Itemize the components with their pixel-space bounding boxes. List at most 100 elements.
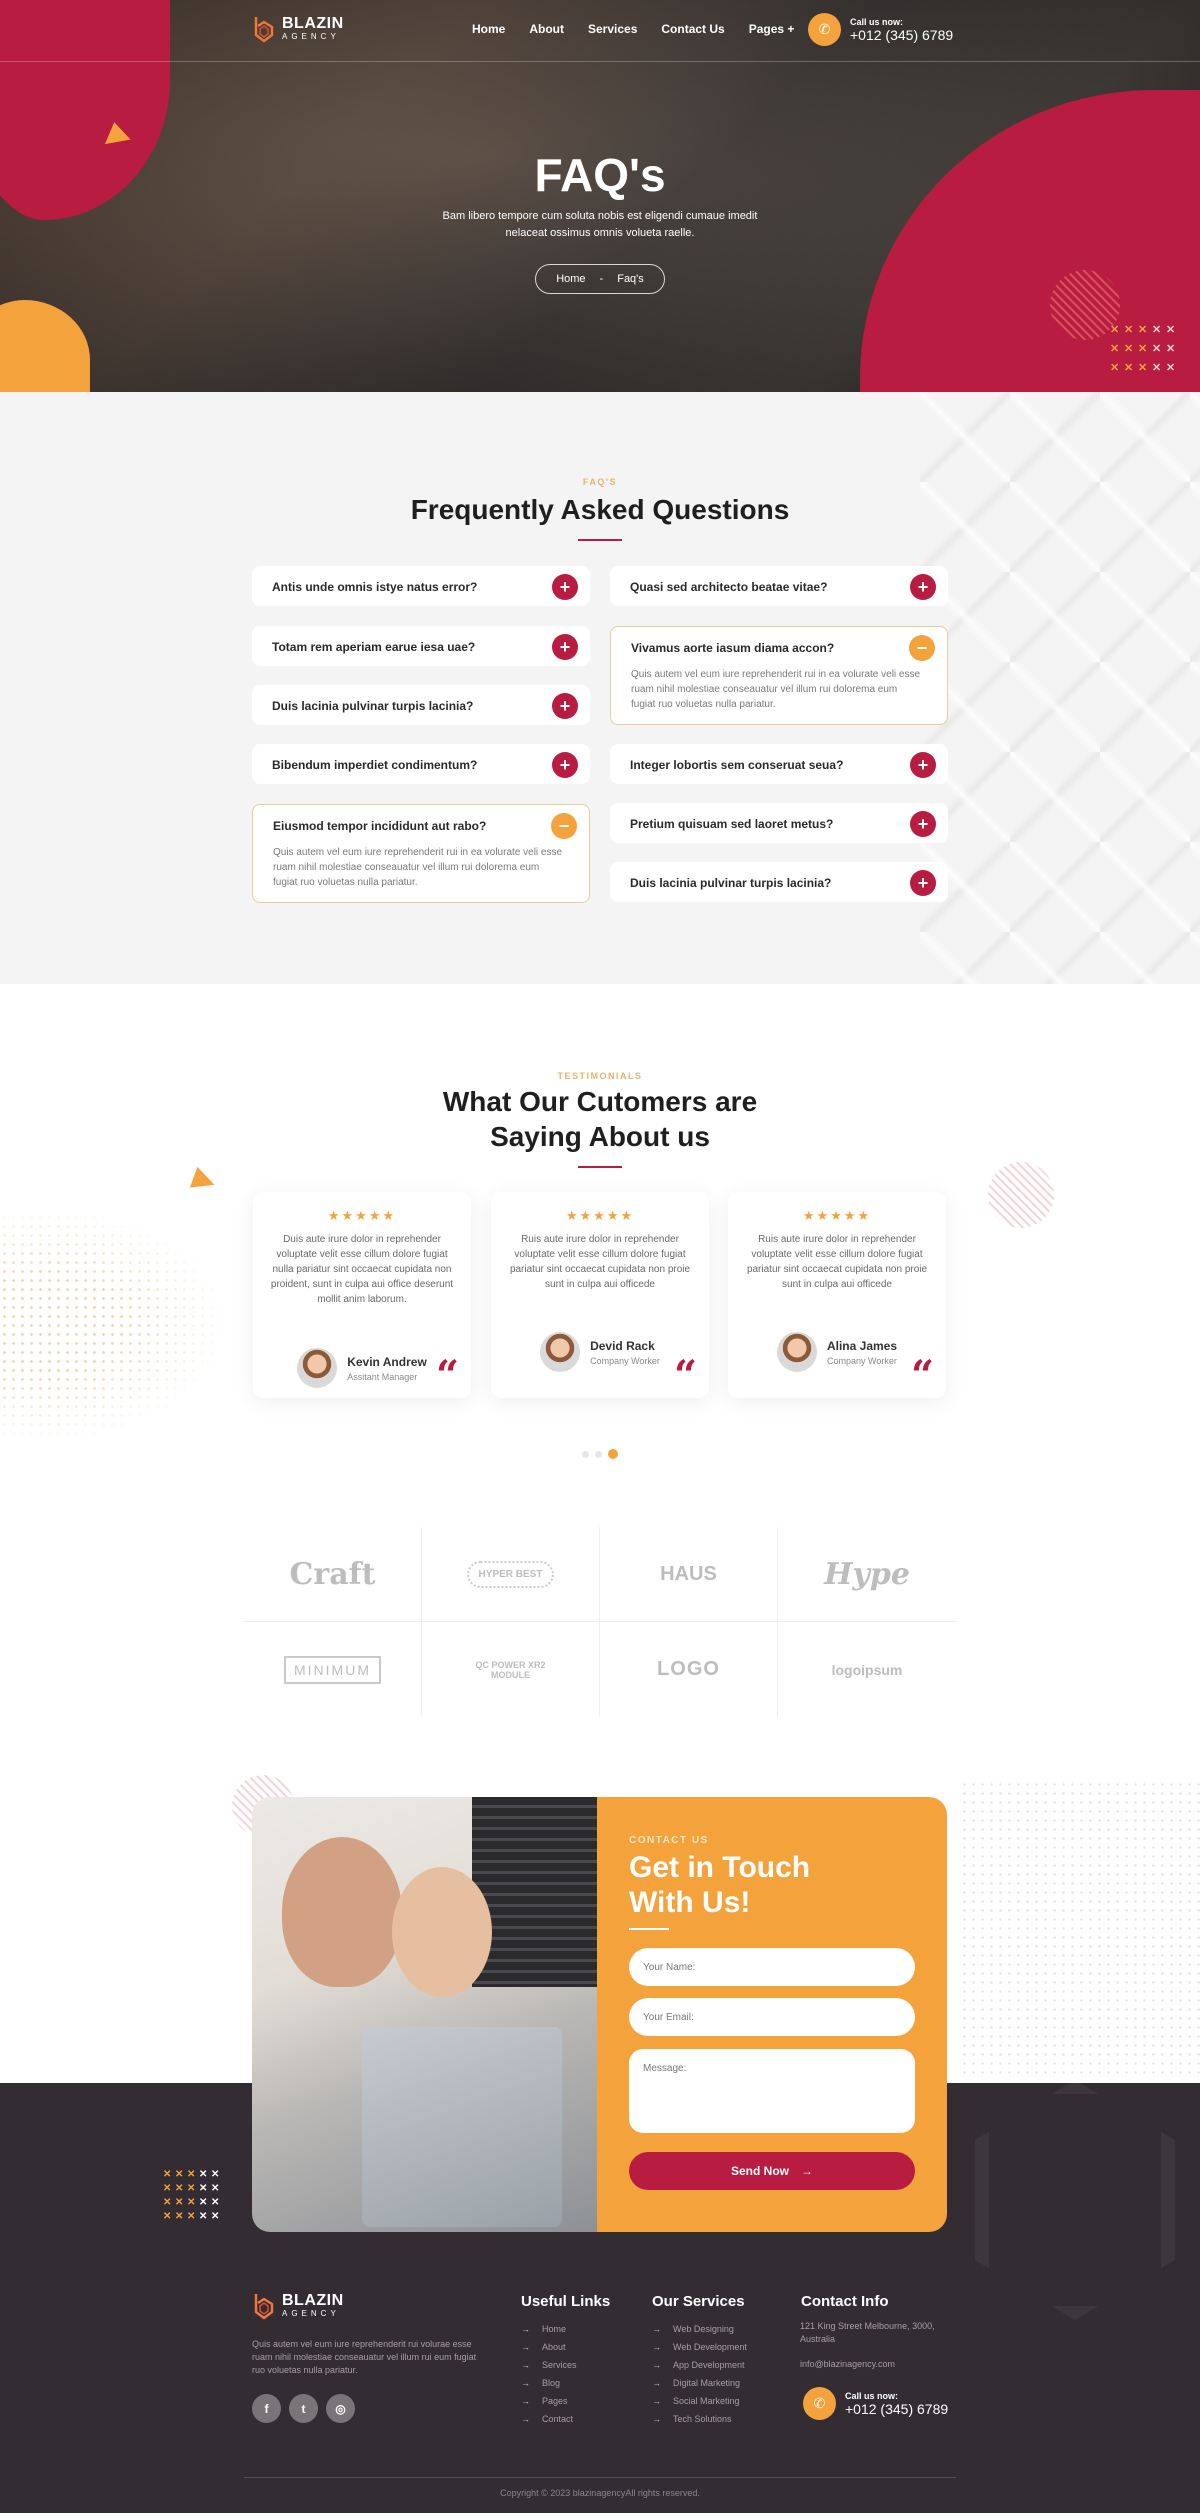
pager-dot[interactable] [582,1450,589,1458]
breadcrumb-home[interactable]: Home [556,273,585,285]
faq-item-open[interactable]: Eiusmod tempor incididunt aut rabo? − Qu… [252,804,590,903]
faq-item[interactable]: Duis lacinia pulvinar turpis lacinia? + [252,685,590,725]
hero-subtitle: Bam libero tempore cum soluta nobis est … [442,210,758,239]
expand-plus-icon[interactable]: + [910,811,936,837]
footer-link[interactable]: → Social Marketing [652,2392,747,2410]
call-number[interactable]: +012 (345) 6789 [850,27,953,43]
expand-plus-icon[interactable]: + [552,693,578,719]
nav-contact[interactable]: Contact Us [661,22,724,36]
footer-link[interactable]: → About [521,2338,610,2356]
footer-link[interactable]: → Services [521,2356,610,2374]
footer-link[interactable]: → Contact [521,2410,610,2428]
brand-logo-hyperbest: HYPER BEST [422,1527,600,1622]
author-role: Company Worker [826,1355,897,1366]
nav-services[interactable]: Services [588,22,637,36]
copyright: Copyright © 2023 blazinagencyAll rights … [500,2488,700,2498]
testimonial-text: Duis aute irure dolor in reprehender vol… [270,1234,454,1305]
footer-link[interactable]: → App Development [652,2356,747,2374]
message-textarea[interactable] [629,2049,915,2133]
decor-dot-pattern [0,1204,230,1444]
logo-hex-icon [254,17,274,43]
brand-logo-minimum: MINIMUM [244,1622,422,1717]
star-rating-icon: ★★★★★ [565,1208,635,1223]
star-rating-icon: ★★★★★ [327,1208,397,1223]
contact-card: CONTACT US Get in TouchWith Us! Send Now… [252,1797,947,2232]
faq-item[interactable]: Duis lacinia pulvinar turpis lacinia? + [610,862,948,902]
name-input[interactable] [629,1948,915,1986]
decor-cross-grid: ✕ ✕ ✕ ✕ ✕ ✕ ✕ ✕ ✕ ✕ ✕ ✕ ✕ ✕ ✕ ✕ ✕ ✕ ✕ ✕ [163,2169,220,2222]
nav-about[interactable]: About [529,22,564,36]
facebook-icon[interactable]: f [252,2394,281,2423]
testimonial-text: Ruis aute irure dolor in reprehender vol… [746,1234,928,1290]
contact-photo [252,1797,598,2232]
email-input[interactable] [629,1998,915,2036]
expand-plus-icon[interactable]: + [910,752,936,778]
footer-link[interactable]: → Pages [521,2392,610,2410]
carousel-pager [582,1449,618,1459]
testimonial-text: Ruis aute irure dolor in reprehender vol… [509,1234,691,1290]
expand-plus-icon[interactable]: + [910,870,936,896]
faq-item[interactable]: Quasi sed architecto beatae vitae? + [610,566,948,606]
page-title: FAQ's [534,149,666,201]
footer-link[interactable]: → Digital Marketing [652,2374,747,2392]
twitter-icon[interactable]: t [289,2394,318,2423]
breadcrumb-current: Faq's [617,273,644,285]
footer-about: Quis autem vel eum iure reprehenderit ru… [252,2339,477,2375]
arrow-right-icon: → [521,2414,530,2424]
pager-dot-active[interactable] [608,1449,618,1459]
logo-sub: AGENCY [282,2309,340,2318]
faq-item[interactable]: Totam rem aperiam earue iesa uae? + [252,626,590,666]
phone-icon: ✆ [803,2387,836,2420]
header-call[interactable]: ✆ Call us now: +012 (345) 6789 [808,13,953,46]
footer-email[interactable]: info@blazinagency.com [800,2358,895,2371]
expand-plus-icon[interactable]: + [552,574,578,600]
quote-icon: “ [435,1352,459,1399]
footer-link[interactable]: → Web Designing [652,2320,747,2338]
title-underline [578,539,622,541]
faq-item[interactable]: Pretium quisuam sed laoret metus? + [610,803,948,843]
instagram-icon[interactable]: ◎ [326,2394,355,2423]
decor-cross-grid: ✕ ✕ ✕ ✕ ✕ ✕ ✕ ✕ ✕ ✕ ✕ ✕ ✕ ✕ ✕ [1110,324,1176,374]
faq-answer: Quis autem vel eum iure reprehenderit ru… [631,669,921,710]
faq-item[interactable]: Antis unde omnis istye natus error? + [252,566,590,606]
collapse-minus-icon[interactable]: − [551,813,577,839]
decor-dot-pattern [960,1780,1200,2080]
decor-triangle-icon [189,1166,219,1196]
arrow-right-icon: → [652,2360,661,2370]
faq-item-open[interactable]: Vivamus aorte iasum diama accon? − Quis … [610,626,948,725]
faq-question: Bibendum imperdiet condimentum? [272,758,478,772]
arrow-right-icon: → [652,2378,661,2388]
faq-item[interactable]: Integer lobortis sem conseruat seua? + [610,744,948,784]
footer-link[interactable]: → Web Development [652,2338,747,2356]
footer-link[interactable]: → Home [521,2320,610,2338]
footer-link[interactable]: → Tech Solutions [652,2410,747,2428]
brand-logo-logo: LOGO [600,1622,778,1717]
breadcrumb-separator: - [599,273,604,285]
faq-item[interactable]: Bibendum imperdiet condimentum? + [252,744,590,784]
expand-plus-icon[interactable]: + [552,752,578,778]
footer-logo[interactable]: BLAZIN AGENCY [252,2292,344,2320]
faq-title: Frequently Asked Questions [410,494,790,525]
footer-link[interactable]: → Blog [521,2374,610,2392]
title-underline [629,1928,669,1930]
faq-eyebrow: FAQ'S [582,477,618,487]
expand-plus-icon[interactable]: + [552,634,578,660]
expand-plus-icon[interactable]: + [910,574,936,600]
contact-form: CONTACT US Get in TouchWith Us! Send Now… [597,1797,947,2232]
avatar [540,1332,581,1372]
author-role: Company Worker [590,1355,660,1366]
send-now-button[interactable]: Send Now → [629,2152,915,2190]
collapse-minus-icon[interactable]: − [909,635,935,661]
nav-home[interactable]: Home [472,22,505,36]
logo[interactable]: BLAZIN AGENCY [252,15,344,43]
nav-pages[interactable]: Pages + [749,22,795,36]
star-rating-icon: ★★★★★ [802,1208,872,1223]
brand-logo-power-xr2: QC POWER XR2 MODULE [422,1622,600,1717]
title-underline [578,1166,622,1168]
avatar [776,1332,817,1372]
call-number[interactable]: +012 (345) 6789 [845,2401,948,2417]
pager-dot[interactable] [595,1450,602,1458]
arrow-right-icon: → [521,2324,530,2334]
footer-call[interactable]: ✆ Call us now: +012 (345) 6789 [803,2387,948,2420]
footer-address: 121 King Street Melbourne, 3000, Australi… [800,2321,935,2344]
